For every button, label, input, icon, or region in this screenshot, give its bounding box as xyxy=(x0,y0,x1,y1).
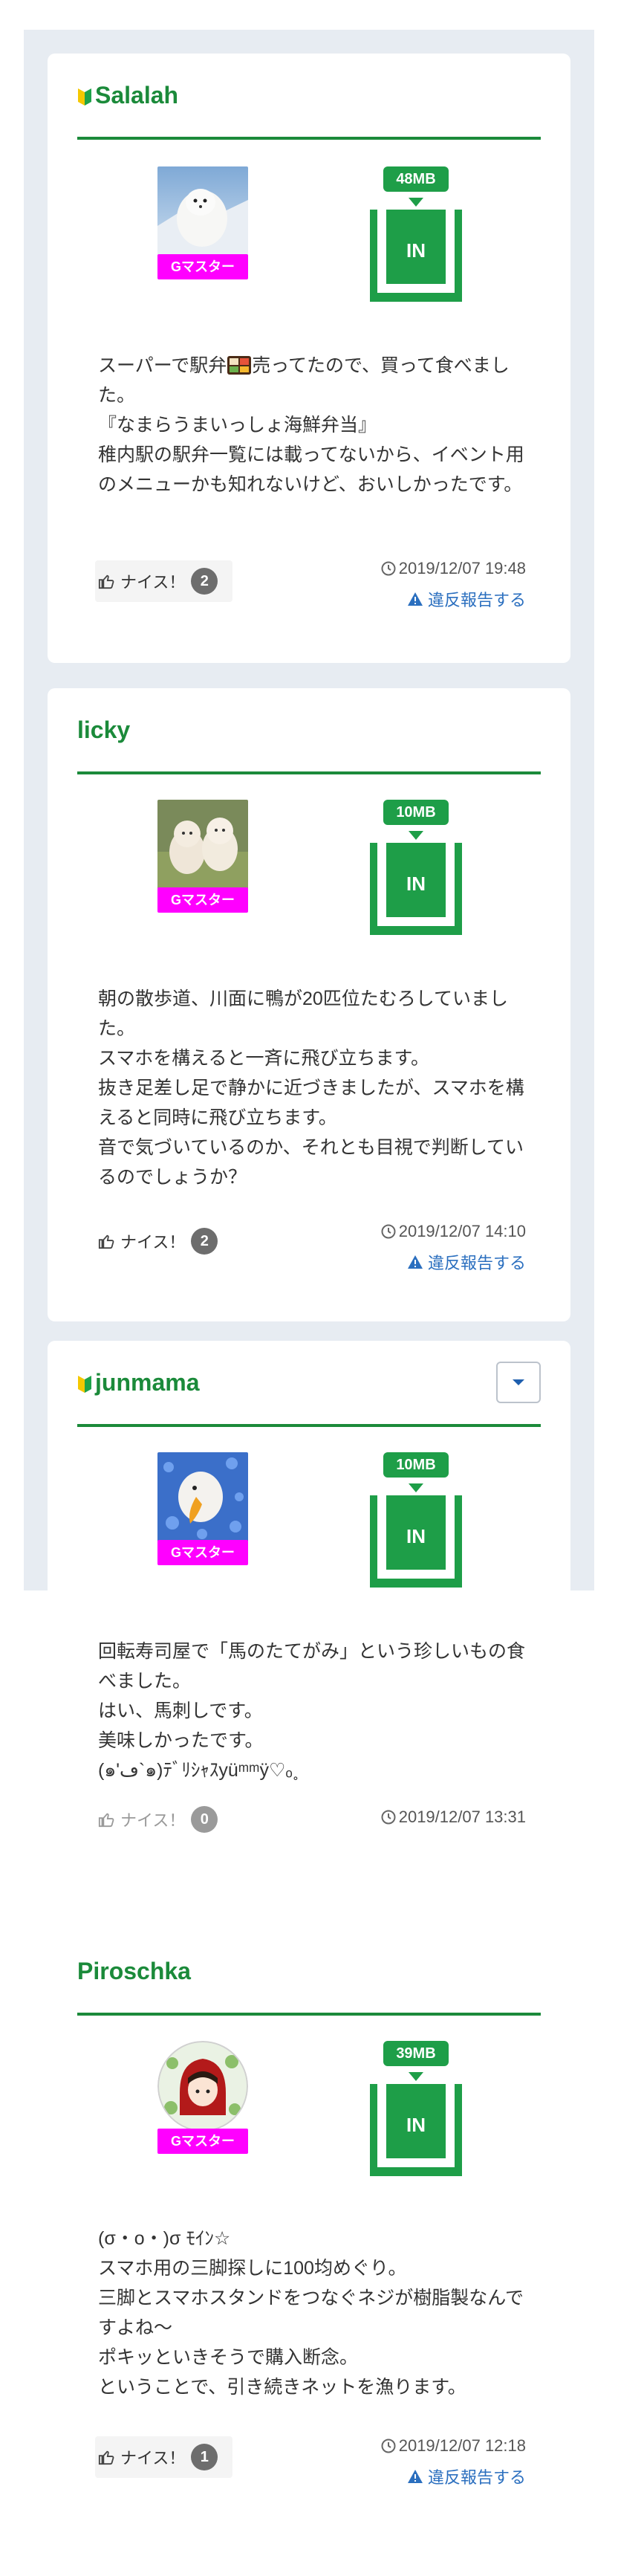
warning-icon xyxy=(407,1255,423,1269)
thumbs-up-icon xyxy=(98,575,114,589)
bento-box-icon xyxy=(227,356,252,375)
rank-badge: Gマスター xyxy=(157,254,248,279)
user-avatar[interactable]: Gマスター xyxy=(157,166,248,279)
timestamp-text: 2019/12/07 14:10 xyxy=(398,1222,526,1240)
post-menu-dropdown[interactable] xyxy=(496,1362,541,1403)
down-arrow-icon xyxy=(409,831,423,840)
nice-count: 0 xyxy=(191,1806,218,1833)
post-body: 回転寿司屋で「馬のたてがみ」という珍しいもの食べました。 はい、馬刺しです。 美… xyxy=(98,1641,526,1781)
checkin-indicator: 39MB IN xyxy=(370,2041,462,2176)
rank-badge: Gマスター xyxy=(157,1540,248,1565)
user-avatar[interactable]: Gマスター xyxy=(157,800,248,913)
report-link[interactable]: 違反報告する xyxy=(407,1250,526,1274)
checkin-indicator: 10MB IN xyxy=(370,800,462,935)
nice-button[interactable]: ナイス！ 2 xyxy=(95,1220,232,1262)
nice-count: 2 xyxy=(191,568,218,595)
down-arrow-icon xyxy=(409,198,423,207)
user-avatar[interactable]: Gマスター xyxy=(157,2041,248,2154)
avatar-image xyxy=(157,800,248,890)
nice-label: ナイス！ xyxy=(120,573,186,592)
post-body: (σ・o・)σ ﾓｲﾝ☆ スマホ用の三脚探しに100均めぐり。 三脚とスマホスタ… xyxy=(98,2228,524,2398)
post-body: スーパーで駅弁 売ってたので、買って食べました。 『なまらうまいっしょ海鮮弁当』 … xyxy=(98,351,526,499)
warning-icon xyxy=(407,2470,423,2483)
data-size-badge: 39MB xyxy=(383,2041,449,2066)
nice-button[interactable]: ナイス！ 2 xyxy=(95,560,233,602)
thumbs-up-icon xyxy=(98,2450,114,2465)
nice-label: ナイス！ xyxy=(120,1811,186,1830)
clock-icon xyxy=(381,2439,396,2453)
timestamp-text: 2019/12/07 13:31 xyxy=(398,1808,526,1826)
data-size-badge: 10MB xyxy=(383,1452,449,1478)
post-author[interactable]: licky xyxy=(77,716,130,744)
post-author[interactable]: junmama xyxy=(77,1369,199,1397)
nice-button[interactable]: ナイス！ 0 xyxy=(95,1799,232,1840)
report-label: 違反報告する xyxy=(427,2468,526,2487)
warning-icon xyxy=(407,592,423,606)
thumbs-up-icon xyxy=(98,1813,114,1828)
report-label: 違反報告する xyxy=(427,1254,526,1272)
in-status-box: IN xyxy=(370,843,462,935)
nice-count: 1 xyxy=(191,2444,218,2470)
avatar-image xyxy=(157,1452,248,1543)
timestamp-text: 2019/12/07 12:18 xyxy=(398,2436,526,2455)
nice-button[interactable]: ナイス！ 1 xyxy=(95,2436,233,2478)
checkin-indicator: 48MB IN xyxy=(370,166,462,302)
timestamp-text: 2019/12/07 19:48 xyxy=(398,559,526,577)
post-author[interactable]: Piroschka xyxy=(77,1958,191,1985)
post-body: 朝の散歩道、川面に鴨が20匹位たむろしていました。 スマホを構えると一斉に飛び立… xyxy=(98,988,524,1188)
in-status-label: IN xyxy=(406,873,426,895)
report-label: 違反報告する xyxy=(427,591,526,609)
post-author[interactable]: Salalah xyxy=(77,82,178,109)
in-status-label: IN xyxy=(406,1525,426,1547)
rank-badge: Gマスター xyxy=(157,2129,248,2154)
nice-label: ナイス！ xyxy=(120,2449,186,2467)
thumbs-up-icon xyxy=(98,1234,114,1249)
post-body-part: 売ってたので、買って食べました。 『なまらうまいっしょ海鮮弁当』 稚内駅の駅弁一… xyxy=(98,355,524,495)
checkin-indicator: 10MB IN xyxy=(370,1452,462,1588)
post-timestamp: 2019/12/07 14:10 xyxy=(381,1222,526,1241)
beginner-mark-icon xyxy=(78,88,91,106)
clock-icon xyxy=(381,1810,396,1825)
report-link[interactable]: 違反報告する xyxy=(407,587,526,611)
chevron-down-icon xyxy=(513,1379,524,1385)
report-link[interactable]: 違反報告する xyxy=(407,2465,526,2488)
post-timestamp: 2019/12/07 13:31 xyxy=(381,1808,526,1827)
username: Salalah xyxy=(95,82,179,109)
username: licky xyxy=(77,716,131,743)
post-timestamp: 2019/12/07 19:48 xyxy=(381,559,526,578)
clock-icon xyxy=(381,1224,396,1239)
down-arrow-icon xyxy=(409,1483,423,1492)
post-card: Piroschka Gマスター 39MB IN (σ・o・)σ ﾓｲﾝ☆ スマホ… xyxy=(48,1929,570,2551)
username: junmama xyxy=(95,1369,200,1396)
post-card: licky Gマスター 10MB IN 朝の散歩道、川面に鴨が20匹位たむろして… xyxy=(48,688,570,1321)
card-header: Salalah xyxy=(77,54,541,140)
in-status-box: IN xyxy=(370,210,462,302)
post-timestamp: 2019/12/07 12:18 xyxy=(381,2436,526,2456)
in-status-label: IN xyxy=(406,239,426,262)
post-card: junmama Gマスター 10MB IN 回転寿司屋で「馬のたてがみ」という珍… xyxy=(48,1341,570,1903)
clock-icon xyxy=(381,561,396,576)
card-header: junmama xyxy=(77,1341,541,1427)
in-status-label: IN xyxy=(406,2114,426,2136)
down-arrow-icon xyxy=(409,2072,423,2081)
user-avatar[interactable]: Gマスター xyxy=(157,1452,248,1565)
post-body-part: スーパーで駅弁 xyxy=(98,355,227,376)
card-header: Piroschka xyxy=(77,1929,541,2016)
username: Piroschka xyxy=(77,1958,191,1984)
avatar-image xyxy=(157,166,248,257)
beginner-mark-icon xyxy=(78,1375,91,1393)
rank-badge: Gマスター xyxy=(157,887,248,913)
avatar-image xyxy=(157,2041,248,2132)
nice-count: 2 xyxy=(191,1228,218,1255)
card-header: licky xyxy=(77,688,541,774)
post-card: Salalah Gマスター 48MB IN スーパーで駅弁 売ってたので、買って… xyxy=(48,54,570,663)
data-size-badge: 10MB xyxy=(383,800,449,825)
in-status-box: IN xyxy=(370,2084,462,2176)
nice-label: ナイス！ xyxy=(120,1233,186,1252)
in-status-box: IN xyxy=(370,1495,462,1588)
data-size-badge: 48MB xyxy=(383,166,449,192)
